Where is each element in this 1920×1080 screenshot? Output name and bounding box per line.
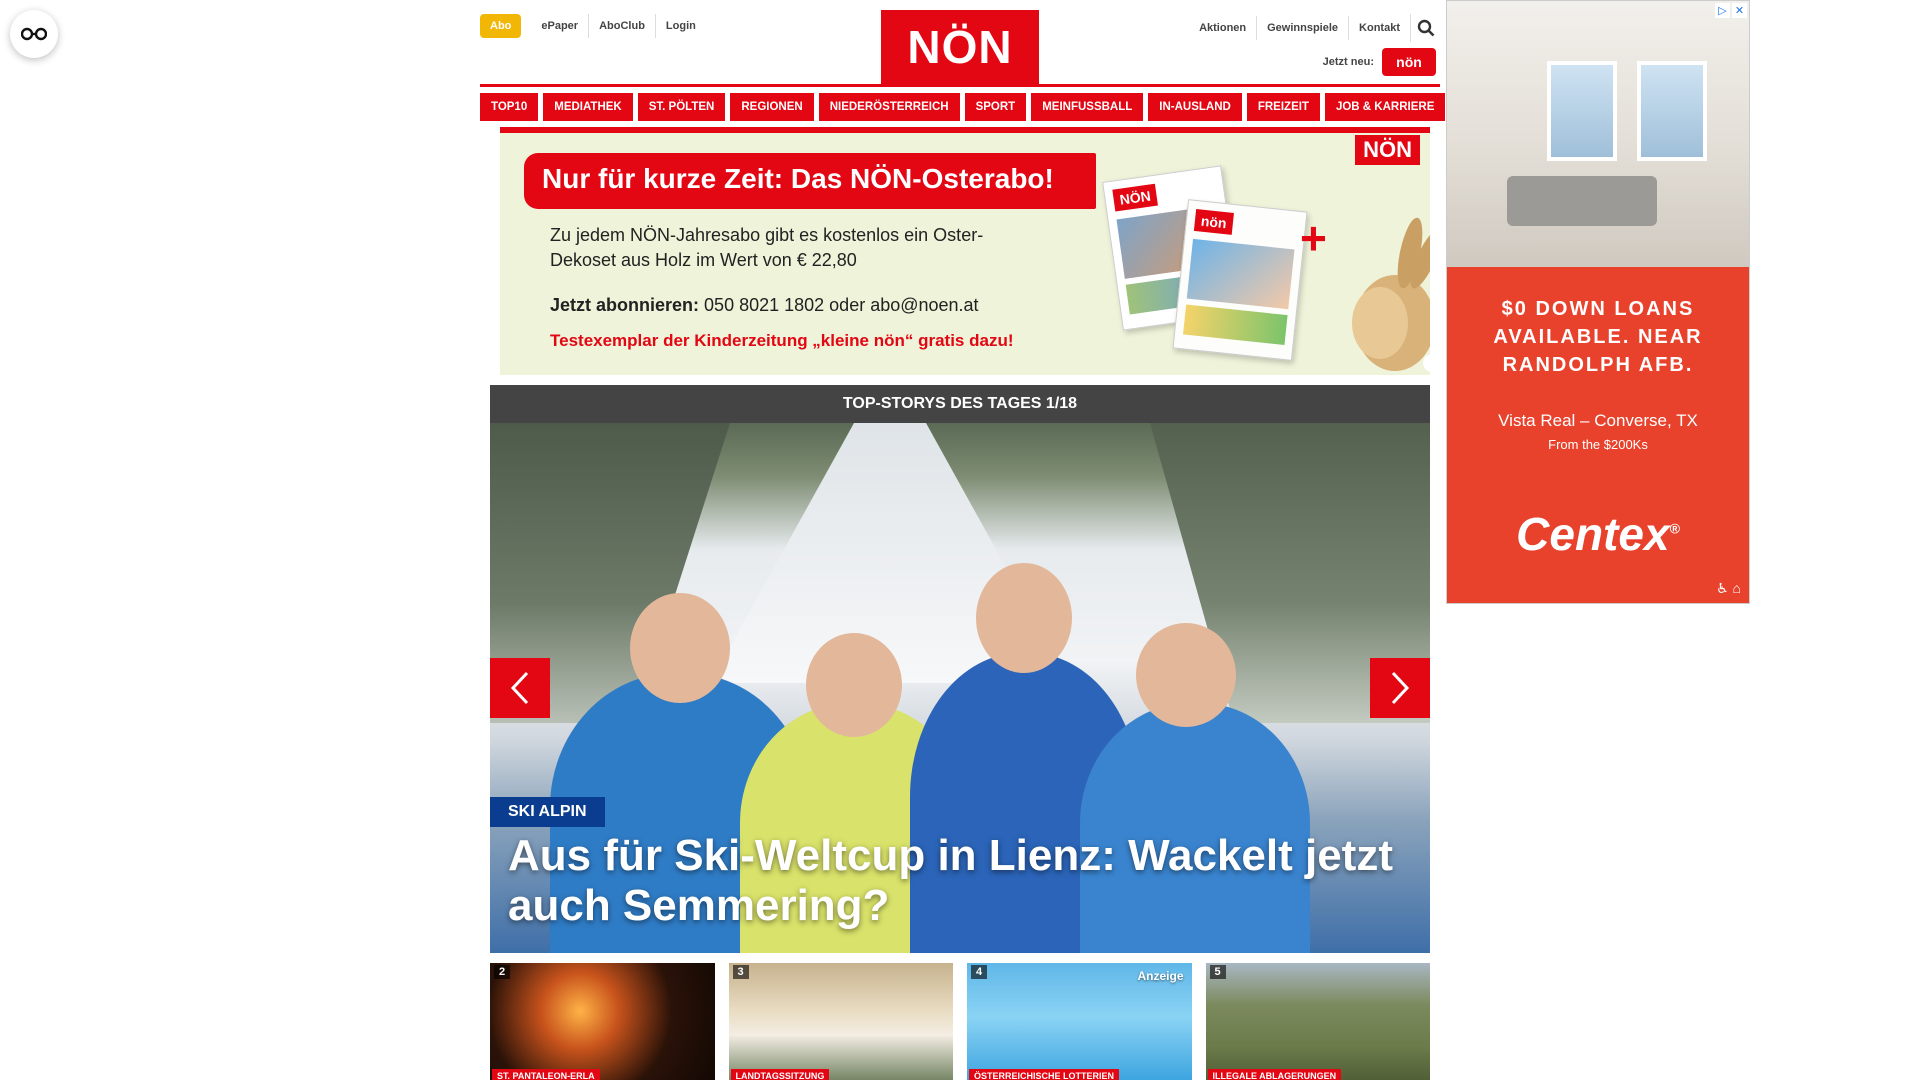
adchoices-icon[interactable]: ▷ bbox=[1715, 3, 1730, 18]
nav-item-freizeit[interactable]: FREIZEIT bbox=[1246, 93, 1320, 121]
header: Abo ePaper AboClub Login NÖN Aktionen Ge… bbox=[480, 0, 1440, 84]
top-stories: TOP-STORYS DES TAGES 1/18 SKI ALPIN Aus … bbox=[490, 385, 1430, 1080]
easter-bunny-image bbox=[1352, 217, 1430, 372]
nav-item-sport[interactable]: SPORT bbox=[964, 93, 1027, 121]
noen-logo[interactable]: NÖN bbox=[881, 10, 1039, 84]
story-thumbnails: 2 ST. PANTALEON-ERLA 3 LANDTAGSSITZUNG 4… bbox=[490, 963, 1430, 1080]
accessibility-glasses-icon bbox=[21, 27, 47, 41]
header-left-links: Abo ePaper AboClub Login bbox=[480, 14, 706, 38]
story-number: 2 bbox=[494, 965, 511, 979]
chevron-left-icon bbox=[510, 671, 529, 705]
hero-category-tag[interactable]: SKI ALPIN bbox=[490, 797, 605, 827]
accessibility-button[interactable] bbox=[10, 10, 58, 58]
promo-free-note: Testexemplar der Kinderzeitung „kleine n… bbox=[550, 331, 1014, 350]
aboclub-link[interactable]: AboClub bbox=[588, 14, 655, 38]
story-number: 3 bbox=[732, 965, 749, 979]
epaper-link[interactable]: ePaper bbox=[531, 14, 588, 38]
promo-call: Jetzt abonnieren: 050 8021 1802 oder abo… bbox=[550, 295, 979, 316]
aktionen-link[interactable]: Aktionen bbox=[1189, 16, 1256, 40]
ad-brand: Centex bbox=[1516, 508, 1670, 560]
promo-body: Zu jedem NÖN-Jahresabo gibt es kostenlos… bbox=[550, 225, 984, 270]
kinderzeitung-image: nön bbox=[1172, 199, 1308, 361]
nav-item-meinfussball[interactable]: MEINFUSSBALL bbox=[1031, 93, 1144, 121]
ad-location: Vista Real – Converse, TX bbox=[1498, 411, 1698, 430]
hero-title[interactable]: Aus für Ski-Weltcup in Lienz: Wackelt je… bbox=[508, 831, 1400, 931]
hero-person-4-head bbox=[1136, 623, 1236, 727]
kontakt-link[interactable]: Kontakt bbox=[1348, 16, 1410, 40]
hero-story[interactable]: SKI ALPIN Aus für Ski-Weltcup in Lienz: … bbox=[490, 423, 1430, 953]
close-ad-icon[interactable]: ✕ bbox=[1732, 3, 1747, 18]
centex-logo: Centex® bbox=[1447, 507, 1749, 561]
story-category: ÖSTERREICHISCHE LOTTERIEN bbox=[969, 1069, 1120, 1080]
nav-item-mediathek[interactable]: MEDIATHEK bbox=[543, 93, 633, 121]
search-button[interactable] bbox=[1410, 14, 1440, 42]
ad-living-room-image: ▷ ✕ bbox=[1447, 1, 1749, 267]
ad-headline: $0 DOWN LOANS AVAILABLE. NEAR RANDOLPH A… bbox=[1493, 298, 1703, 376]
story-thumb[interactable]: 4 Anzeige ÖSTERREICHISCHE LOTTERIEN bbox=[967, 963, 1192, 1080]
story-thumb[interactable]: 5 ILLEGALE ABLAGERUNGEN bbox=[1205, 963, 1430, 1080]
nav-item-st-poelten[interactable]: ST. PÖLTEN bbox=[637, 93, 726, 121]
gewinnspiele-link[interactable]: Gewinnspiele bbox=[1256, 16, 1348, 40]
story-category: ST. PANTALEON-ERLA bbox=[492, 1069, 600, 1080]
chevron-right-icon bbox=[1391, 671, 1410, 705]
header-divider bbox=[480, 84, 1440, 87]
nav-item-top10[interactable]: TOP10 bbox=[480, 93, 539, 121]
promo-call-contact: 050 8021 1802 oder abo@noen.at bbox=[704, 295, 979, 315]
story-number: 4 bbox=[971, 965, 988, 979]
promo-title: Nur für kurze Zeit: Das NÖN-Osterabo! bbox=[524, 153, 1096, 209]
login-link[interactable]: Login bbox=[654, 14, 706, 38]
kinderzeitung-photo bbox=[1186, 238, 1295, 310]
nav-item-job-karriere[interactable]: JOB & KARRIERE bbox=[1324, 93, 1446, 121]
ad-price: From the $200Ks bbox=[1548, 437, 1648, 452]
story-thumb[interactable]: 2 ST. PANTALEON-ERLA bbox=[490, 963, 715, 1080]
nav-item-regionen[interactable]: REGIONEN bbox=[730, 93, 814, 121]
kinderzeitung-logo: nön bbox=[1193, 209, 1234, 235]
jetzt-neu: Jetzt neu: nön bbox=[1323, 48, 1436, 76]
main-nav: TOP10 MEDIATHEK ST. PÖLTEN REGIONEN NIED… bbox=[480, 93, 1446, 121]
sponsored-label: Anzeige bbox=[1137, 969, 1184, 983]
page-main: Abo ePaper AboClub Login NÖN Aktionen Ge… bbox=[480, 0, 1446, 1080]
registered-mark: ® bbox=[1669, 520, 1680, 537]
kleine-noen-logo[interactable]: nön bbox=[1382, 48, 1436, 76]
search-icon bbox=[1417, 19, 1434, 37]
ad-window-right bbox=[1637, 61, 1707, 161]
header-right-links: Aktionen Gewinnspiele Kontakt bbox=[1179, 14, 1440, 42]
kinderzeitung-photo-small bbox=[1183, 304, 1288, 346]
carousel-next-button[interactable] bbox=[1370, 658, 1430, 718]
story-thumb[interactable]: 3 LANDTAGSSITZUNG bbox=[728, 963, 953, 1080]
sidebar-advertisement[interactable]: ▷ ✕ $0 DOWN LOANS AVAILABLE. NEAR RANDOL… bbox=[1446, 0, 1750, 604]
top-stories-heading: TOP-STORYS DES TAGES 1/18 bbox=[490, 385, 1430, 423]
story-category: ILLEGALE ABLAGERUNGEN bbox=[1207, 1069, 1342, 1080]
promo-noen-logo: NÖN bbox=[1355, 135, 1420, 165]
hero-person-3-head bbox=[976, 563, 1072, 673]
plus-icon: + bbox=[1300, 212, 1327, 264]
ad-equal-housing-icons: ♿ ⌂ bbox=[1716, 580, 1741, 596]
ad-content: $0 DOWN LOANS AVAILABLE. NEAR RANDOLPH A… bbox=[1447, 267, 1749, 603]
ad-choices[interactable]: ▷ ✕ bbox=[1715, 3, 1747, 18]
story-number: 5 bbox=[1209, 965, 1226, 979]
ad-window-left bbox=[1547, 61, 1617, 161]
hero-person-1-head bbox=[630, 593, 730, 703]
ad-sofa bbox=[1507, 176, 1657, 226]
newspaper-logo: NÖN bbox=[1112, 183, 1159, 212]
jetzt-neu-label: Jetzt neu: bbox=[1322, 56, 1374, 68]
abo-button[interactable]: Abo bbox=[480, 14, 522, 38]
promo-call-label: Jetzt abonnieren: bbox=[550, 295, 700, 315]
nav-item-niederoesterreich[interactable]: NIEDERÖSTERREICH bbox=[818, 93, 960, 121]
hero-person-2-head bbox=[806, 633, 902, 737]
nav-item-in-ausland[interactable]: IN-AUSLAND bbox=[1148, 93, 1242, 121]
carousel-prev-button[interactable] bbox=[490, 658, 550, 718]
story-category: LANDTAGSSITZUNG bbox=[730, 1069, 830, 1080]
osterabo-banner[interactable]: Nur für kurze Zeit: Das NÖN-Osterabo! Zu… bbox=[500, 127, 1430, 375]
